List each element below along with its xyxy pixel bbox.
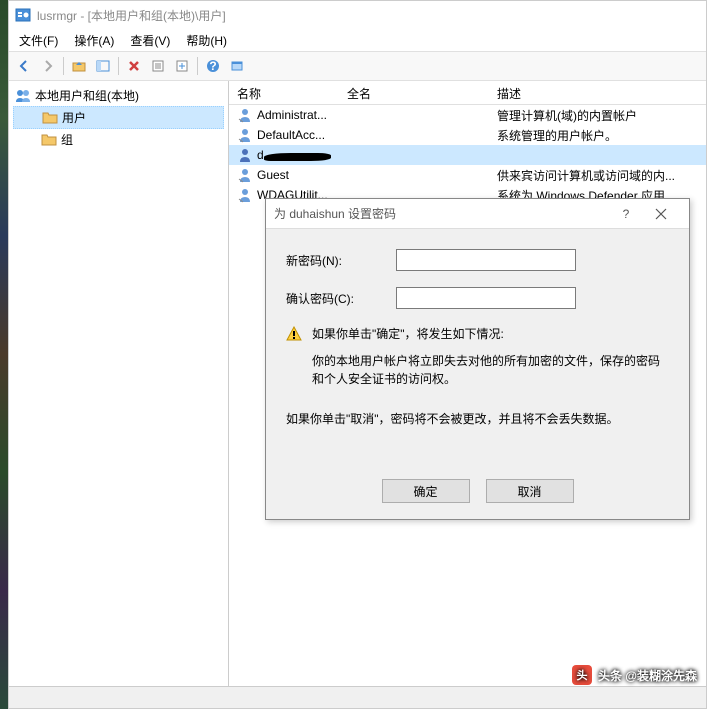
tree-pane: 本地用户和组(本地) 用户 组: [9, 81, 229, 686]
forward-button[interactable]: [37, 55, 59, 77]
refresh-button[interactable]: [147, 55, 169, 77]
tree-root[interactable]: 本地用户和组(本地): [13, 85, 224, 106]
users-group-icon: [15, 88, 31, 104]
user-description: 系统管理的用户帐户。: [489, 127, 706, 144]
ok-button[interactable]: 确定: [382, 479, 470, 503]
folder-icon: [42, 110, 58, 126]
watermark-text: 头条 @装糊涂先森: [598, 667, 697, 684]
user-icon: [237, 187, 253, 203]
app-icon: [15, 7, 31, 23]
col-description[interactable]: 描述: [489, 81, 706, 104]
svg-text:?: ?: [209, 59, 216, 73]
user-description: 供来宾访问计算机或访问域的内...: [489, 167, 706, 184]
window-button[interactable]: [226, 55, 248, 77]
tree-users[interactable]: 用户: [13, 106, 224, 129]
warning-text: 如果你单击"确定"，将发生如下情况:: [312, 325, 504, 342]
menu-help[interactable]: 帮助(H): [178, 30, 235, 51]
window-titlebar: lusrmgr - [本地用户和组(本地)\用户]: [9, 1, 706, 29]
user-description: 管理计算机(域)的内置帐户: [489, 107, 706, 124]
redacted-scribble: [264, 153, 331, 161]
close-icon: [655, 208, 667, 220]
cancel-button[interactable]: 取消: [486, 479, 574, 503]
folder-icon: [41, 132, 57, 148]
up-folder-button[interactable]: [68, 55, 90, 77]
menu-action[interactable]: 操作(A): [66, 30, 122, 51]
delete-button[interactable]: [123, 55, 145, 77]
dialog-titlebar: 为 duhaishun 设置密码 ?: [266, 199, 689, 229]
menu-view[interactable]: 查看(V): [122, 30, 178, 51]
dialog-close-button[interactable]: [641, 200, 681, 228]
new-password-label: 新密码(N):: [286, 252, 396, 269]
info-text-1: 你的本地用户帐户将立即失去对他的所有加密的文件，保存的密码和个人安全证书的访问权…: [286, 352, 669, 388]
menubar: 文件(F) 操作(A) 查看(V) 帮助(H): [9, 29, 706, 51]
list-row[interactable]: Administrat... 管理计算机(域)的内置帐户: [229, 105, 706, 125]
panel-button[interactable]: [92, 55, 114, 77]
confirm-password-label: 确认密码(C):: [286, 290, 396, 307]
warning-icon: [286, 326, 302, 342]
user-icon: [237, 107, 253, 123]
user-icon: [237, 127, 253, 143]
col-name[interactable]: 名称: [229, 81, 339, 104]
status-bar: [9, 686, 706, 708]
info-text-2: 如果你单击"取消"，密码将不会被更改，并且将不会丢失数据。: [286, 410, 669, 428]
set-password-dialog: 为 duhaishun 设置密码 ? 新密码(N): 确认密码(C): 如果你单…: [265, 198, 690, 520]
window-title: lusrmgr - [本地用户和组(本地)\用户]: [37, 7, 226, 24]
tree-users-label: 用户: [62, 109, 86, 126]
dialog-title: 为 duhaishun 设置密码: [274, 205, 611, 222]
back-button[interactable]: [13, 55, 35, 77]
list-row[interactable]: d: [229, 145, 706, 165]
dialog-help-button[interactable]: ?: [611, 200, 641, 228]
tree-root-label: 本地用户和组(本地): [35, 87, 139, 104]
list-header: 名称 全名 描述: [229, 81, 706, 105]
user-name: Administrat...: [257, 108, 327, 122]
watermark: 头 头条 @装糊涂先森: [572, 665, 697, 685]
watermark-badge-icon: 头: [572, 665, 592, 685]
confirm-password-input[interactable]: [396, 287, 576, 309]
user-icon: [237, 147, 253, 163]
export-button[interactable]: [171, 55, 193, 77]
tree-groups-label: 组: [61, 131, 73, 148]
user-icon: [237, 167, 253, 183]
col-fullname[interactable]: 全名: [339, 81, 489, 104]
list-row[interactable]: Guest 供来宾访问计算机或访问域的内...: [229, 165, 706, 185]
toolbar: ?: [9, 51, 706, 81]
user-name: d: [257, 148, 264, 162]
help-button[interactable]: ?: [202, 55, 224, 77]
new-password-input[interactable]: [396, 249, 576, 271]
list-row[interactable]: DefaultAcc... 系统管理的用户帐户。: [229, 125, 706, 145]
tree-groups[interactable]: 组: [13, 129, 224, 150]
user-name: Guest: [257, 168, 289, 182]
user-name: DefaultAcc...: [257, 128, 325, 142]
menu-file[interactable]: 文件(F): [11, 30, 66, 51]
